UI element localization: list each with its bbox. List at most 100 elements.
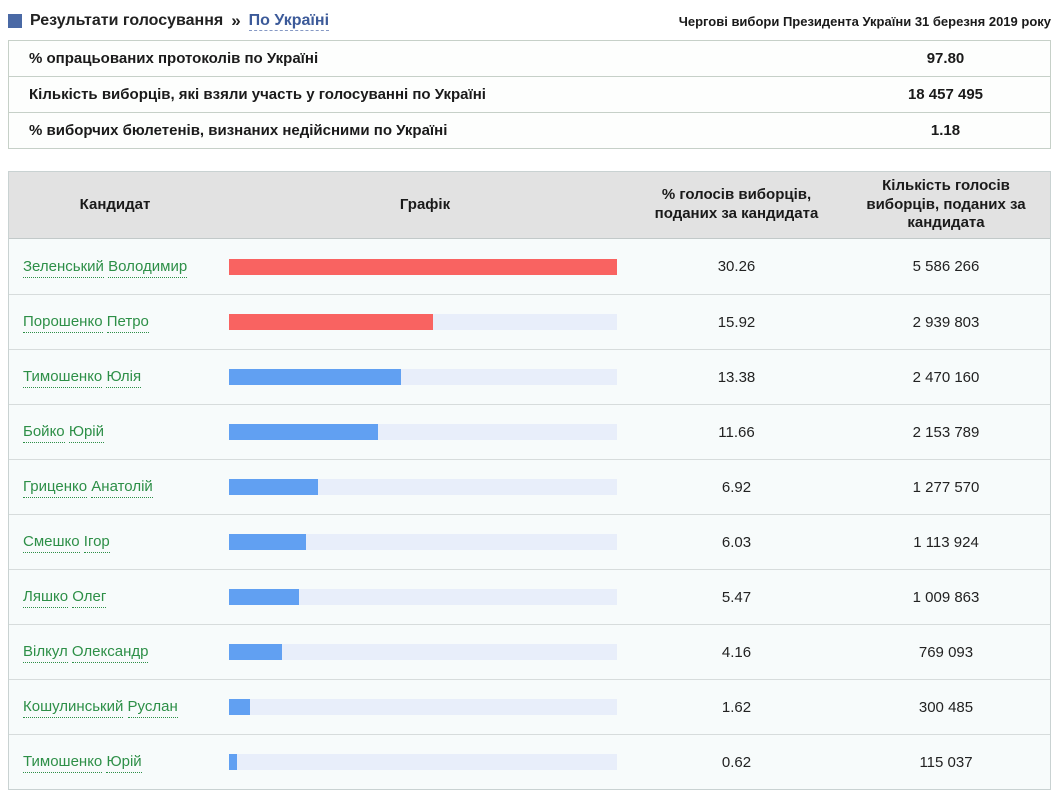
candidate-link[interactable]: Тимошенко Юлія [23, 368, 141, 385]
candidate-link[interactable]: Смешко Ігор [23, 533, 110, 550]
page-header: Результати голосування » По Україні Черг… [8, 8, 1051, 34]
graph-cell [221, 589, 629, 605]
summary-label: % опрацьованих протоколів по Україні [9, 50, 853, 67]
table-row: Кошулинський Руслан 1.62 300 485 [9, 679, 1050, 734]
candidate-first-name: Юрій [106, 751, 141, 773]
summary-table: % опрацьованих протоколів по Україні 97.… [8, 40, 1051, 149]
column-header-candidate: Кандидат [9, 196, 221, 215]
bar-track [229, 424, 617, 440]
candidate-link[interactable]: Бойко Юрій [23, 423, 104, 440]
candidate-last-name: Гриценко [23, 476, 87, 498]
bar-fill [229, 259, 617, 275]
chevrons-right-icon: » [231, 11, 240, 31]
candidate-first-name: Олександр [72, 641, 149, 663]
candidate-first-name: Петро [107, 311, 149, 333]
bar-fill [229, 314, 433, 330]
percent-cell: 13.38 [629, 369, 844, 386]
candidate-cell: Зеленський Володимир [9, 256, 221, 278]
candidate-first-name: Олег [72, 586, 106, 608]
summary-label: % виборчих бюлетенів, визнаних недійсним… [9, 122, 853, 139]
percent-cell: 0.62 [629, 754, 844, 771]
percent-cell: 6.92 [629, 479, 844, 496]
table-row: Зеленський Володимир 30.26 5 586 266 [9, 239, 1050, 294]
column-header-percent: % голосів виборців, поданих за кандидата [629, 186, 844, 224]
bar-fill [229, 644, 282, 660]
bar-fill [229, 424, 378, 440]
bar-track [229, 259, 617, 275]
candidate-link[interactable]: Гриценко Анатолій [23, 478, 153, 495]
graph-cell [221, 259, 629, 275]
candidate-first-name: Руслан [128, 696, 178, 718]
candidate-last-name: Кошулинський [23, 696, 123, 718]
table-row: Тимошенко Юлія 13.38 2 470 160 [9, 349, 1050, 404]
bar-fill [229, 479, 318, 495]
graph-cell [221, 479, 629, 495]
candidate-cell: Кошулинський Руслан [9, 696, 221, 718]
candidate-cell: Вілкул Олександр [9, 641, 221, 663]
candidate-cell: Ляшко Олег [9, 586, 221, 608]
table-row: Ляшко Олег 5.47 1 009 863 [9, 569, 1050, 624]
percent-cell: 1.62 [629, 699, 844, 716]
summary-label: Кількість виборців, які взяли участь у г… [9, 86, 853, 103]
candidate-last-name: Тимошенко [23, 751, 102, 773]
candidate-last-name: Бойко [23, 421, 65, 443]
results-table-body: Зеленський Володимир 30.26 5 586 266 Пор… [9, 239, 1050, 789]
candidate-cell: Гриценко Анатолій [9, 476, 221, 498]
candidate-link[interactable]: Порошенко Петро [23, 313, 149, 330]
bar-fill [229, 699, 250, 715]
candidate-last-name: Тимошенко [23, 366, 102, 388]
summary-value: 97.80 [853, 50, 1038, 67]
column-header-graph: Графік [221, 196, 629, 215]
candidate-link[interactable]: Тимошенко Юрій [23, 753, 142, 770]
candidate-last-name: Ляшко [23, 586, 68, 608]
candidate-first-name: Ігор [84, 531, 110, 553]
table-row: Порошенко Петро 15.92 2 939 803 [9, 294, 1050, 349]
bar-track [229, 479, 617, 495]
bar-fill [229, 369, 401, 385]
candidate-first-name: Юрій [69, 421, 104, 443]
bar-track [229, 369, 617, 385]
graph-cell [221, 754, 629, 770]
summary-row: Кількість виборців, які взяли участь у г… [8, 76, 1051, 112]
candidate-last-name: Зеленський [23, 256, 104, 278]
candidate-first-name: Володимир [108, 256, 187, 278]
candidate-cell: Бойко Юрій [9, 421, 221, 443]
percent-cell: 6.03 [629, 534, 844, 551]
candidate-last-name: Вілкул [23, 641, 68, 663]
bar-track [229, 699, 617, 715]
candidate-cell: Порошенко Петро [9, 311, 221, 333]
percent-cell: 5.47 [629, 589, 844, 606]
graph-cell [221, 369, 629, 385]
bar-fill [229, 534, 306, 550]
votes-cell: 1 113 924 [844, 534, 1048, 551]
column-header-votes: Кількість голосів виборців, поданих за к… [844, 177, 1048, 233]
bar-track [229, 754, 617, 770]
table-row: Гриценко Анатолій 6.92 1 277 570 [9, 459, 1050, 514]
region-link[interactable]: По Україні [249, 12, 329, 31]
candidate-cell: Смешко Ігор [9, 531, 221, 553]
candidate-last-name: Смешко [23, 531, 80, 553]
candidate-link[interactable]: Вілкул Олександр [23, 643, 148, 660]
candidate-last-name: Порошенко [23, 311, 103, 333]
votes-cell: 2 939 803 [844, 314, 1048, 331]
table-row: Смешко Ігор 6.03 1 113 924 [9, 514, 1050, 569]
bar-track [229, 534, 617, 550]
table-row: Тимошенко Юрій 0.62 115 037 [9, 734, 1050, 789]
votes-cell: 769 093 [844, 644, 1048, 661]
graph-cell [221, 699, 629, 715]
breadcrumb-title: Результати голосування [30, 12, 223, 30]
bar-track [229, 589, 617, 605]
graph-cell [221, 314, 629, 330]
table-row: Бойко Юрій 11.66 2 153 789 [9, 404, 1050, 459]
votes-cell: 115 037 [844, 754, 1048, 771]
candidate-link[interactable]: Зеленський Володимир [23, 258, 187, 275]
votes-cell: 2 470 160 [844, 369, 1048, 386]
votes-cell: 300 485 [844, 699, 1048, 716]
candidate-link[interactable]: Кошулинський Руслан [23, 698, 178, 715]
percent-cell: 30.26 [629, 258, 844, 275]
candidate-first-name: Анатолій [91, 476, 152, 498]
summary-value: 18 457 495 [853, 86, 1038, 103]
page: Результати голосування » По Україні Черг… [0, 0, 1059, 798]
bar-fill [229, 754, 237, 770]
candidate-link[interactable]: Ляшко Олег [23, 588, 106, 605]
